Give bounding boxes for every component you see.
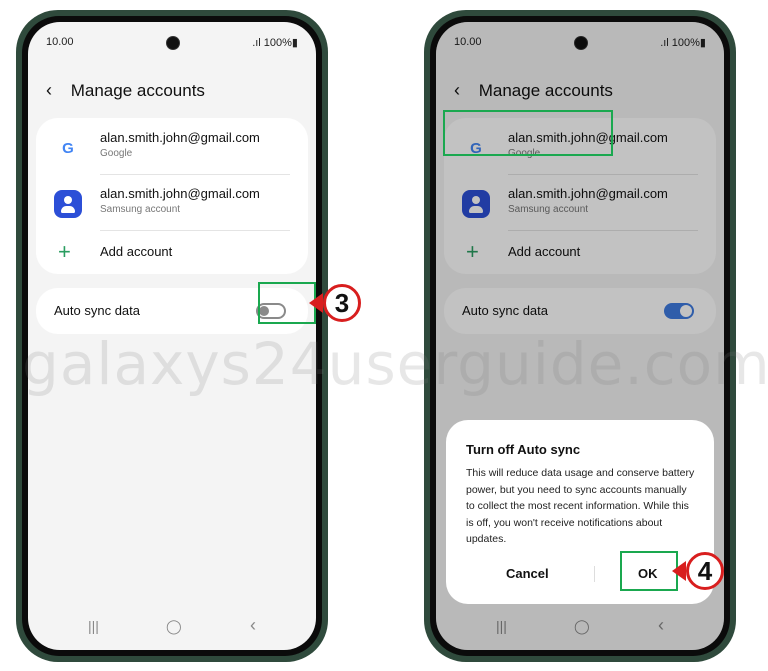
dialog-message: This will reduce data usage and conserve… xyxy=(466,467,695,545)
button-separator xyxy=(594,566,595,582)
account-item-google[interactable]: G alan.smith.john@gmail.com Google xyxy=(54,126,290,178)
battery-indicator: .ıl 100%▮ xyxy=(252,37,298,49)
step-3-callout: 3 xyxy=(323,284,361,322)
back-icon[interactable]: ‹ xyxy=(46,80,52,100)
add-account-label: Add account xyxy=(100,244,173,259)
accounts-card: G alan.smith.john@gmail.com Google alan.… xyxy=(36,118,308,274)
recents-icon[interactable]: ||| xyxy=(88,618,99,634)
dialog-title: Turn off Auto sync xyxy=(466,442,581,457)
watermark: galaxys24userguide.com xyxy=(22,330,768,398)
callout-arrow-3 xyxy=(309,293,323,313)
auto-sync-label: Auto sync data xyxy=(54,303,140,318)
account-type: Google xyxy=(100,148,133,159)
navigation-bar: ||| ◯ ‹ xyxy=(28,615,316,638)
account-type: Samsung account xyxy=(100,204,181,215)
front-camera xyxy=(166,36,180,50)
status-time: 10.00 xyxy=(46,36,74,48)
cancel-button[interactable]: Cancel xyxy=(506,566,549,581)
highlight-box-google-account xyxy=(443,110,613,156)
google-icon: G xyxy=(54,134,82,162)
highlight-box-toggle xyxy=(258,282,316,324)
divider xyxy=(100,174,290,175)
account-email: alan.smith.john@gmail.com xyxy=(100,130,260,145)
highlight-box-ok xyxy=(620,551,678,591)
add-account-button[interactable]: + Add account xyxy=(54,240,290,270)
page-title: Manage accounts xyxy=(70,81,205,100)
page-header: ‹ Manage accounts xyxy=(46,80,205,106)
divider xyxy=(100,230,290,231)
home-icon[interactable]: ◯ xyxy=(166,618,182,635)
step-4-callout: 4 xyxy=(686,552,724,590)
nav-back-icon[interactable]: ‹ xyxy=(250,615,256,636)
account-item-samsung[interactable]: alan.smith.john@gmail.com Samsung accoun… xyxy=(54,182,290,234)
account-email: alan.smith.john@gmail.com xyxy=(100,186,260,201)
plus-icon: + xyxy=(58,239,71,264)
callout-arrow-4 xyxy=(672,561,686,581)
samsung-account-icon xyxy=(54,190,82,218)
